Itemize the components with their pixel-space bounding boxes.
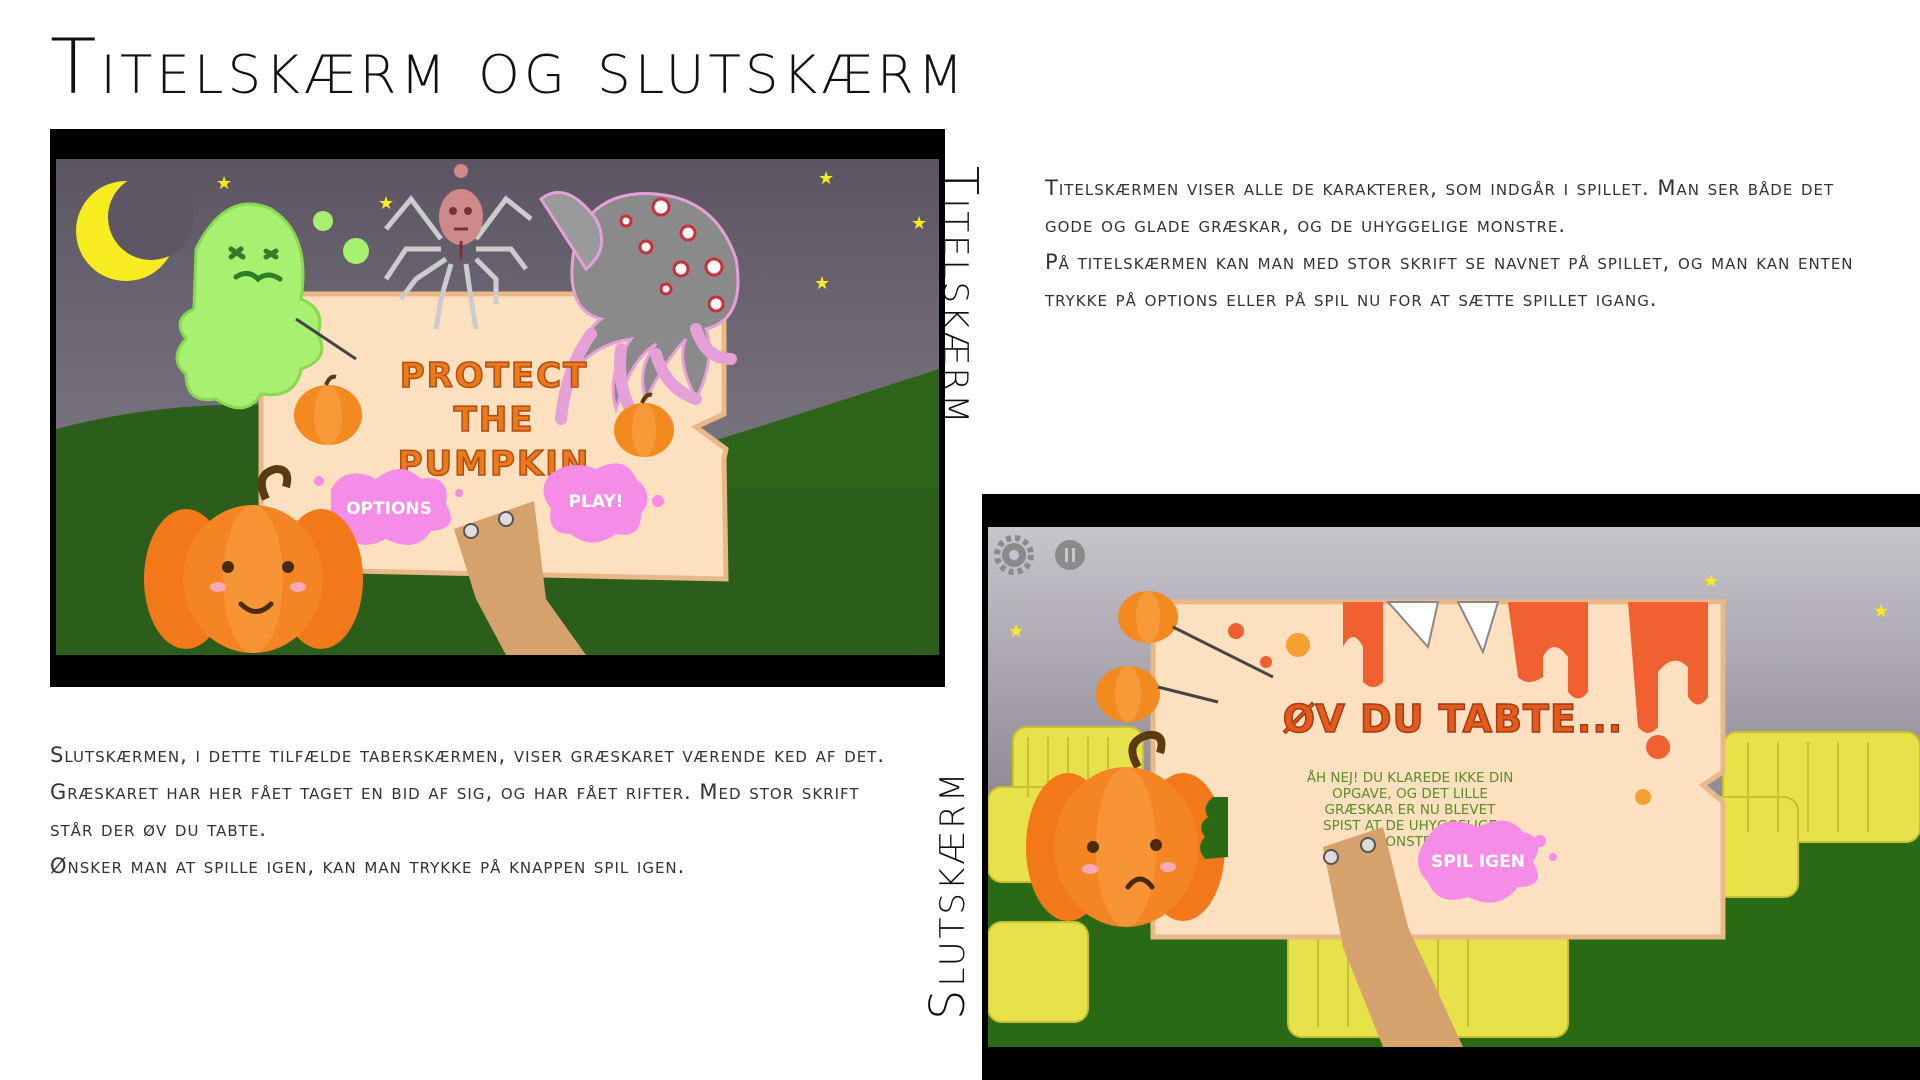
star-icon: ★ bbox=[1703, 571, 1719, 592]
title-screen-frame: ★ ★ ★ ★ ★ PROTECT THE PUMPKIN OPTIONS PL… bbox=[50, 129, 945, 687]
star-icon: ★ bbox=[814, 273, 830, 294]
end-screen-description: Slutskærmen, i dette tilfælde taberskærm… bbox=[50, 737, 890, 885]
end-desc-line2: Ønsker man at spille igen, kan man trykk… bbox=[50, 854, 686, 878]
star-icon: ★ bbox=[911, 213, 927, 234]
star-icon: ★ bbox=[1873, 601, 1889, 622]
end-screen-game: ★ ★ ★ ØV DU TABTE... ÅH NEJ! DU KLAREDE … bbox=[988, 527, 1920, 1047]
message-line: GRÆSKAR ER NU BLEVET bbox=[1325, 802, 1497, 818]
game-title-line2: THE bbox=[454, 400, 535, 440]
page-title: Titelskærm og slutskærm bbox=[50, 22, 968, 111]
end-desc-line1: Slutskærmen, i dette tilfælde taberskærm… bbox=[50, 743, 886, 841]
title-desc-line2: På titelskærmen kan man med stor skrift … bbox=[1045, 250, 1854, 311]
message-line: OPGAVE, OG DET LILLE bbox=[1332, 786, 1488, 802]
replay-button-label: SPIL IGEN bbox=[1431, 852, 1525, 872]
gear-icon[interactable] bbox=[994, 535, 1034, 575]
play-button-label: PLAY! bbox=[569, 492, 624, 512]
star-icon: ★ bbox=[1008, 621, 1024, 642]
title-desc-line1: Titelskærmen viser alle de karakterer, s… bbox=[1045, 176, 1835, 237]
star-icon: ★ bbox=[216, 173, 232, 194]
game-over-headline: ØV DU TABTE... bbox=[1283, 697, 1623, 741]
end-screen-label: Slutskærm bbox=[920, 769, 976, 1020]
message-line: ÅH NEJ! DU KLAREDE IKKE DIN bbox=[1307, 769, 1514, 786]
options-button-label: OPTIONS bbox=[346, 499, 432, 519]
title-screen-game: ★ ★ ★ ★ ★ PROTECT THE PUMPKIN OPTIONS PL… bbox=[56, 159, 939, 655]
title-screen-description: Titelskærmen viser alle de karakterer, s… bbox=[1045, 170, 1875, 318]
game-title-line1: PROTECT bbox=[400, 356, 589, 396]
end-screen-frame: ★ ★ ★ ØV DU TABTE... ÅH NEJ! DU KLAREDE … bbox=[982, 494, 1920, 1080]
star-icon: ★ bbox=[818, 168, 834, 189]
star-icon: ★ bbox=[378, 193, 394, 214]
title-screen-label: Titelskærm bbox=[932, 166, 988, 427]
pause-icon[interactable] bbox=[1055, 540, 1085, 570]
